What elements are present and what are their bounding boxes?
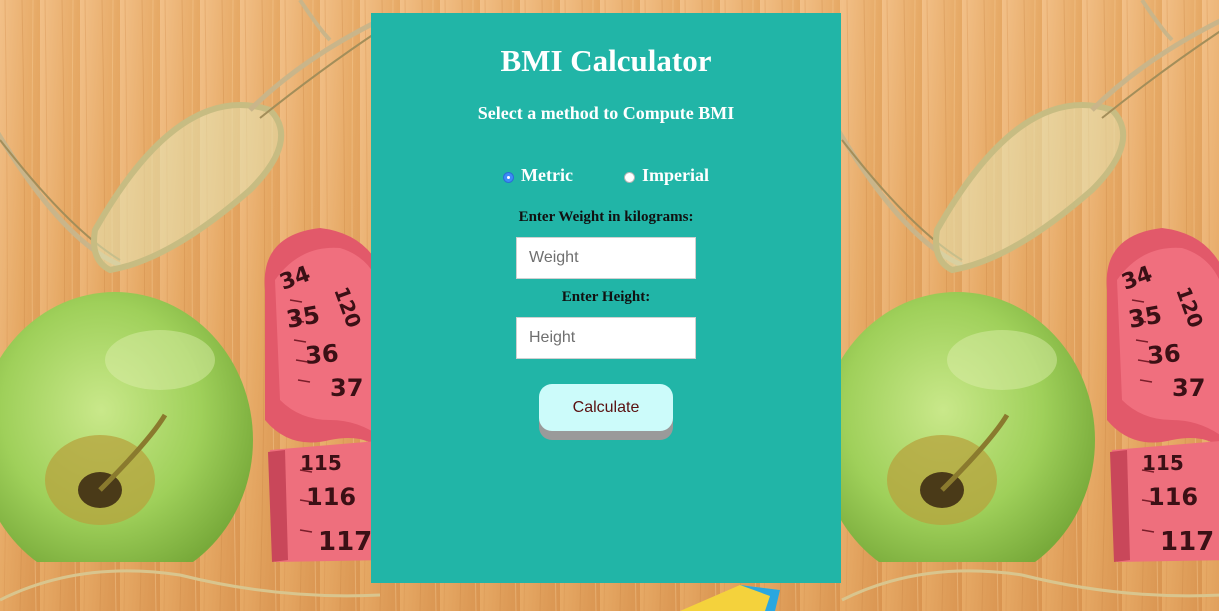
imperial-radio[interactable] (624, 171, 635, 183)
imperial-label: Imperial (642, 165, 709, 185)
metric-option[interactable]: Metric (503, 165, 573, 186)
weight-label: Enter Weight in kilograms: (518, 209, 694, 225)
calculate-button[interactable]: Calculate (539, 384, 673, 431)
metric-label: Metric (521, 165, 573, 185)
calculate-button-wrapper: Calculate (539, 384, 673, 440)
bmi-calculator-card: BMI Calculator Select a method to Comput… (371, 13, 841, 583)
method-prompt: Select a method to Compute BMI (477, 103, 735, 123)
weight-input[interactable] (516, 237, 696, 279)
height-input[interactable] (516, 317, 696, 359)
height-label: Enter Height: (561, 289, 651, 305)
imperial-option[interactable]: Imperial (624, 165, 709, 186)
method-radio-group: Metric Imperial (371, 165, 841, 189)
page-title: BMI Calculator (500, 43, 712, 78)
metric-radio[interactable] (503, 171, 514, 183)
